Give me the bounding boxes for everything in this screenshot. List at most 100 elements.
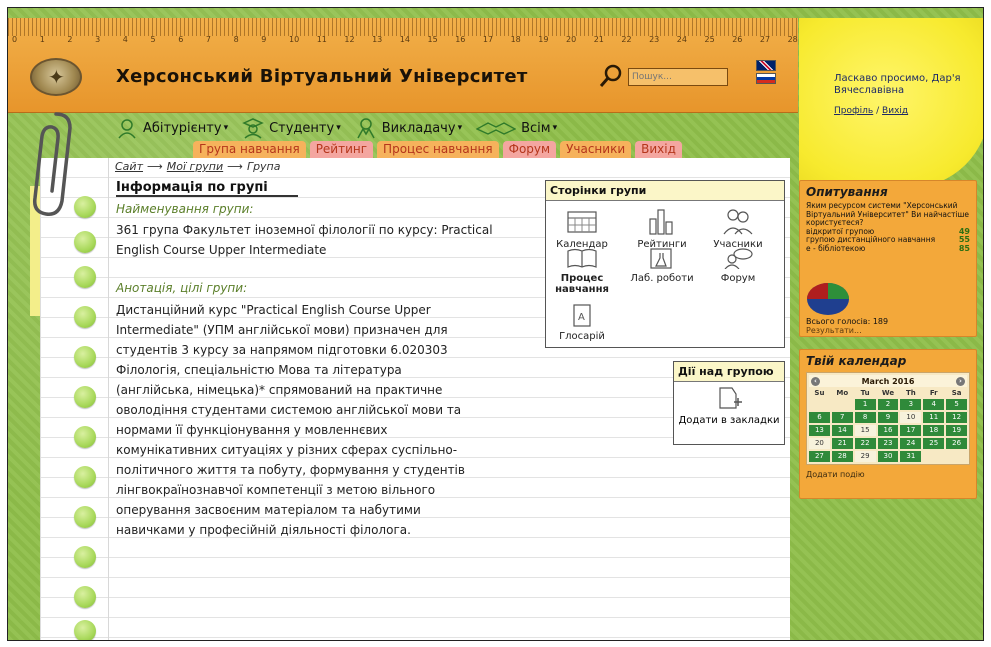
annotation-line: навичками у професійній діяльності філол…: [116, 523, 411, 537]
poll-results-link[interactable]: Результати...: [806, 326, 862, 335]
calendar-day[interactable]: 21: [831, 438, 853, 449]
poll-option[interactable]: е - бібліотекою 85: [806, 243, 970, 254]
tab-rating[interactable]: Рейтинг: [309, 141, 374, 158]
calendar-day[interactable]: 12: [946, 412, 967, 423]
ruler-number: 16: [455, 35, 466, 44]
calendar-day[interactable]: 15: [854, 425, 876, 436]
calendar-day[interactable]: 26: [946, 438, 967, 449]
calendar-day[interactable]: 4: [923, 399, 945, 410]
tab-participants[interactable]: Учасники: [560, 141, 632, 158]
calendar-day[interactable]: 1: [854, 399, 876, 410]
calendar-day[interactable]: 18: [923, 425, 945, 436]
calendar-day[interactable]: 17: [900, 425, 922, 436]
group-page-participants[interactable]: Учасники: [704, 207, 772, 250]
calendar-day[interactable]: 29: [854, 451, 876, 462]
group-page-glossary[interactable]: A Глосарій: [548, 303, 616, 342]
calendar-day[interactable]: 8: [854, 412, 876, 423]
calendar-day[interactable]: 11: [923, 412, 945, 423]
calendar-day[interactable]: 22: [854, 438, 876, 449]
svg-text:A: A: [578, 312, 585, 323]
breadcrumb-site[interactable]: Сайт: [115, 160, 143, 173]
tab-exit[interactable]: Вихід: [635, 141, 682, 158]
nav-teacher-label: Викладачу: [381, 120, 456, 136]
ruler-number: 4: [122, 35, 128, 44]
english-flag-icon[interactable]: [756, 60, 776, 71]
logout-link[interactable]: Вихід: [882, 106, 908, 116]
nav-teacher[interactable]: Викладачу ▾: [355, 117, 462, 139]
poll-option-count: 85: [958, 243, 970, 253]
ruler-number: 23: [649, 35, 660, 44]
chevron-down-icon: ▾: [457, 123, 463, 133]
ruler-number: 24: [676, 35, 687, 44]
university-logo[interactable]: [30, 58, 82, 96]
nav-everyone-label: Всім: [521, 120, 551, 136]
tab-learning-process[interactable]: Процес навчання: [377, 141, 499, 158]
breadcrumb: Сайт ⟶ Мої групи ⟶ Група: [115, 160, 281, 173]
calendar-day[interactable]: 7: [831, 412, 853, 423]
group-page-forum[interactable]: Форум: [704, 247, 772, 284]
group-page-labs[interactable]: Лаб. роботи: [628, 247, 696, 284]
calendar-day[interactable]: 23: [877, 438, 899, 449]
user-links: Профіль / Вихід: [834, 106, 908, 116]
ruler-number: 26: [732, 35, 743, 44]
tab-forum[interactable]: Форум: [502, 141, 557, 158]
ruler-number: 0: [12, 35, 18, 44]
chevron-left-icon[interactable]: ‹: [811, 376, 820, 386]
calendar-weekday: Th: [905, 389, 916, 397]
ruler-number: 11: [316, 35, 327, 44]
chevron-right-icon[interactable]: ›: [955, 376, 965, 386]
site-title[interactable]: Херсонський Віртуальний Університет: [116, 66, 528, 87]
calendar-day[interactable]: 27: [809, 451, 830, 462]
calendar-day[interactable]: 28: [831, 451, 853, 462]
poll-option-label: е - бібліотекою: [806, 243, 866, 253]
group-page-labs-label: Лаб. роботи: [630, 273, 694, 284]
add-bookmark-label: Додати в закладки: [678, 415, 780, 426]
nav-applicant[interactable]: Абітурієнту ▾: [116, 117, 228, 139]
annotation-line: Дистанційний курс "Practical English Cou…: [116, 303, 431, 317]
calendar-day[interactable]: 14: [831, 425, 853, 436]
nav-student[interactable]: Студенту ▾: [242, 117, 341, 139]
russian-flag-icon[interactable]: [756, 73, 776, 84]
calendar-day[interactable]: 9: [877, 412, 899, 423]
arrow-right-icon: ⟶: [146, 160, 163, 173]
calendar-grid: Su Mo Tu We Th Fr Sa 1 2 3 4 5 6 7 8 9 10 11 12 13 14 15 16 17 1…: [809, 389, 967, 462]
group-page-calendar[interactable]: Календар: [548, 207, 616, 250]
calendar-day[interactable]: 31: [900, 451, 922, 462]
ruler-number: 5: [150, 35, 156, 44]
group-page-learning-process[interactable]: Процес навчання: [548, 247, 616, 295]
poll-question: Яким ресурсом системи "Херсонський Вірту…: [806, 201, 970, 227]
group-actions-title: Дії над групою: [674, 362, 784, 382]
forum-icon: [724, 248, 753, 270]
search-input[interactable]: [628, 68, 728, 86]
calendar-day[interactable]: 19: [946, 425, 967, 436]
add-event-link[interactable]: Додати подію: [806, 470, 970, 479]
tab-study-group[interactable]: Група навчання: [193, 141, 306, 158]
calendar-day[interactable]: 20: [809, 438, 830, 449]
calendar-day[interactable]: 13: [809, 425, 830, 436]
poll-panel: Опитування Яким ресурсом системи "Херсон…: [799, 180, 977, 337]
calendar-day[interactable]: 16: [877, 425, 899, 436]
calendar-day[interactable]: 10: [900, 412, 922, 423]
calendar-day[interactable]: 24: [900, 438, 922, 449]
calendar-day[interactable]: 6: [809, 412, 830, 423]
group-page-ratings[interactable]: Рейтинги: [628, 207, 696, 250]
breadcrumb-my-groups[interactable]: Мої групи: [167, 160, 223, 173]
teacher-icon: [357, 118, 375, 139]
calendar-day[interactable]: 5: [946, 399, 967, 410]
calendar-weekday: Tu: [860, 389, 870, 397]
nav-everyone[interactable]: Всім ▾: [476, 117, 557, 139]
ruler-ticks: [8, 18, 798, 36]
breadcrumb-current: Група: [246, 160, 281, 173]
calendar-day[interactable]: 25: [923, 438, 945, 449]
search-icon[interactable]: [598, 63, 624, 89]
calendar-day[interactable]: 2: [877, 399, 899, 410]
profile-link[interactable]: Профіль: [834, 106, 873, 116]
group-tabs: Група навчання Рейтинг Процес навчання Ф…: [193, 141, 686, 158]
annotation-line: політичного життя та побуту, формування …: [116, 463, 465, 477]
add-bookmark-button[interactable]: Додати в закладки: [674, 384, 784, 426]
calendar-day[interactable]: 30: [877, 451, 899, 462]
binder-hole-icon: [74, 586, 96, 608]
poll-title: Опитування: [806, 185, 888, 199]
welcome-sticky-note: [799, 18, 983, 188]
calendar-day[interactable]: 3: [900, 399, 922, 410]
